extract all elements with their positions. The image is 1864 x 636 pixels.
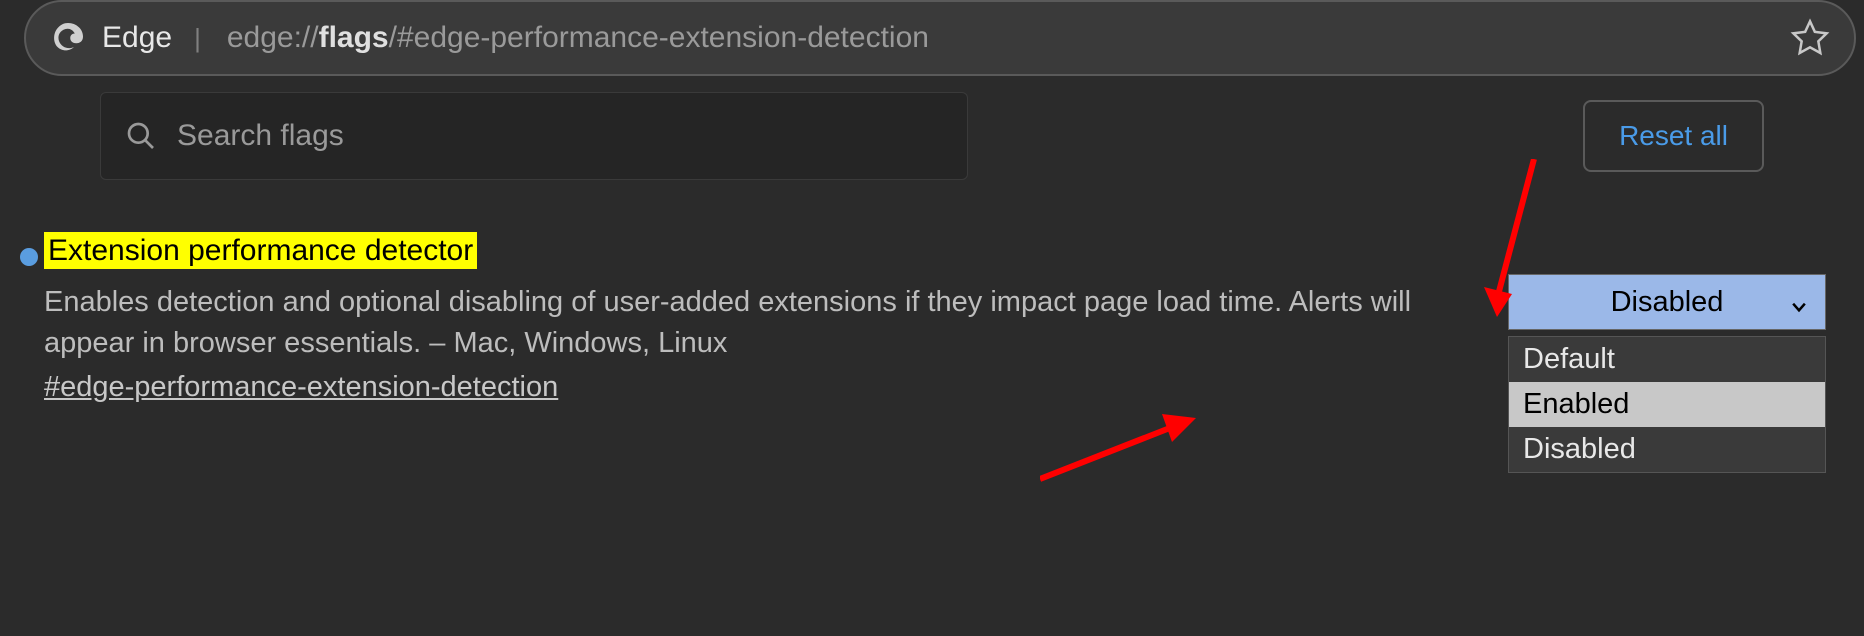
flag-anchor-link[interactable]: #edge-performance-extension-detection bbox=[44, 371, 558, 404]
search-box[interactable] bbox=[100, 92, 968, 180]
address-bar[interactable]: Edge | edge://flags/#edge-performance-ex… bbox=[24, 0, 1856, 76]
chevron-down-icon bbox=[1789, 292, 1809, 312]
flag-title: Extension performance detector bbox=[44, 232, 477, 269]
flag-text-block: Extension performance detector Enables d… bbox=[44, 234, 1508, 473]
flag-item: Extension performance detector Enables d… bbox=[20, 234, 1844, 473]
browser-name-label: Edge bbox=[102, 21, 172, 55]
search-row: Reset all bbox=[20, 92, 1844, 180]
url-host: flags bbox=[319, 21, 389, 54]
flag-modified-indicator-icon bbox=[20, 248, 38, 266]
url-path: /#edge-performance-extension-detection bbox=[389, 21, 929, 54]
flag-select-value: Disabled bbox=[1611, 286, 1724, 319]
dropdown-option-default[interactable]: Default bbox=[1509, 337, 1825, 382]
flag-select[interactable]: Disabled bbox=[1508, 274, 1826, 330]
dropdown-option-disabled[interactable]: Disabled bbox=[1509, 427, 1825, 472]
flag-dropdown: Default Enabled Disabled bbox=[1508, 336, 1826, 473]
flag-description: Enables detection and optional disabling… bbox=[44, 282, 1468, 363]
url-scheme: edge:// bbox=[227, 21, 319, 54]
search-icon bbox=[125, 120, 157, 152]
url-display[interactable]: edge://flags/#edge-performance-extension… bbox=[227, 21, 1790, 55]
flag-control: Disabled Default Enabled Disabled bbox=[1508, 274, 1826, 473]
address-separator: | bbox=[194, 23, 201, 54]
reset-all-button[interactable]: Reset all bbox=[1583, 100, 1764, 172]
search-input[interactable] bbox=[177, 119, 943, 153]
favorite-star-icon[interactable] bbox=[1790, 18, 1830, 58]
edge-browser-icon bbox=[50, 20, 86, 56]
dropdown-option-enabled[interactable]: Enabled bbox=[1509, 382, 1825, 427]
